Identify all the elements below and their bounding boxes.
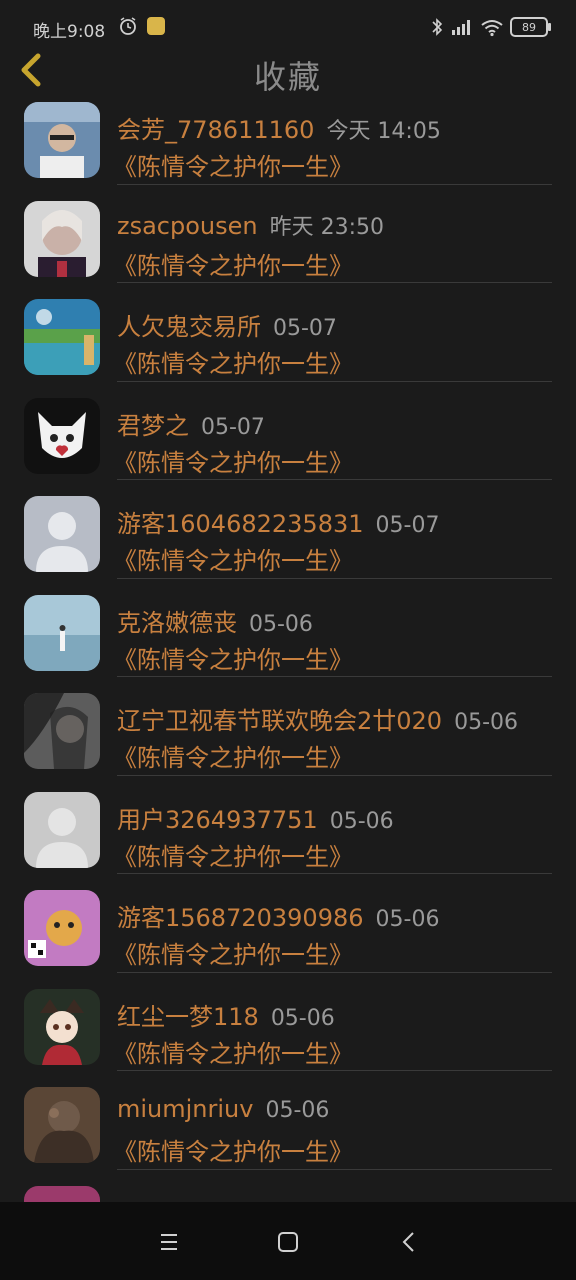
username[interactable]: 克洛嫩德丧 <box>117 609 237 637</box>
timestamp: 05-06 <box>329 808 394 834</box>
system-nav-bar <box>0 1202 576 1280</box>
username[interactable]: 君梦之 <box>117 412 189 440</box>
app-notification-icon <box>147 17 165 35</box>
wifi-icon <box>481 20 503 37</box>
timestamp: 05-07 <box>201 414 265 440</box>
status-bar: 晚上9:08 89 <box>0 0 576 54</box>
timestamp: 05-06 <box>375 907 440 932</box>
avatar-image <box>24 1185 100 1202</box>
avatar-image <box>24 594 100 671</box>
divider <box>117 1070 552 1071</box>
avatar-image <box>24 496 100 572</box>
page-title: 收藏 <box>253 58 322 96</box>
list-item[interactable]: zsacpousen 昨天 23:50 《陈情令之护你一生》 <box>0 193 576 292</box>
home-icon[interactable] <box>270 1224 306 1260</box>
list-item[interactable]: 红尘一梦118 05-06 《陈情令之护你一生》 <box>0 981 576 1080</box>
timestamp: 05-07 <box>273 316 337 341</box>
username[interactable]: 人欠鬼交易所 <box>117 313 261 341</box>
status-icons: 89 <box>430 14 551 40</box>
list-item[interactable]: 克洛嫩德丧 05-06 《陈情令之护你一生》 <box>0 587 576 686</box>
book-title[interactable]: 《陈情令之护你一生》 <box>113 935 353 970</box>
avatar <box>24 693 100 769</box>
avatar <box>24 200 100 277</box>
menu-icon[interactable] <box>151 1224 187 1260</box>
divider <box>117 1168 552 1170</box>
divider <box>117 380 552 382</box>
username[interactable]: 游客1568720390986 <box>117 904 364 932</box>
divider <box>117 676 552 677</box>
book-title[interactable]: 《陈情令之护你一生》 <box>113 246 353 281</box>
avatar-image <box>24 890 100 966</box>
avatar <box>24 1087 100 1163</box>
signal-icon <box>452 20 470 35</box>
avatar-image <box>24 1087 100 1163</box>
avatar-image <box>24 791 100 868</box>
list-item[interactable]: 游客1604682235831 05-07 《陈情令之护你一生》 <box>0 488 576 587</box>
username[interactable]: 红尘一梦118 <box>117 1003 259 1031</box>
divider <box>117 873 552 874</box>
book-title[interactable]: 《陈情令之护你一生》 <box>113 541 353 576</box>
avatar <box>24 299 100 375</box>
divider <box>117 282 552 283</box>
timestamp: 昨天 23:50 <box>269 214 385 240</box>
book-title[interactable]: 《陈情令之护你一生》 <box>113 443 353 478</box>
avatar <box>24 988 100 1065</box>
divider <box>117 479 552 480</box>
back-nav-icon[interactable] <box>391 1224 427 1260</box>
divider <box>117 577 552 579</box>
avatar <box>24 397 100 474</box>
username[interactable]: miumjnriuv <box>117 1095 253 1123</box>
list-item[interactable]: 用户3264937751 05-06 《陈情令之护你一生》 <box>0 784 576 883</box>
timestamp: 05-06 <box>249 611 313 637</box>
book-title[interactable]: 《陈情令之护你一生》 <box>113 1132 353 1167</box>
list-item[interactable]: 会芳_778611160 今天 14:05 《陈情令之护你一生》 <box>0 94 576 193</box>
list-item[interactable]: 辽宁卫视春节联欢晚会2廿020 05-06 《陈情令之护你一生》 <box>0 685 576 784</box>
book-title[interactable]: 《陈情令之护你一生》 <box>113 640 353 675</box>
avatar-image <box>24 397 100 474</box>
avatar <box>24 102 100 178</box>
avatar-image <box>24 693 100 769</box>
avatar <box>24 496 100 572</box>
bluetooth-icon <box>432 18 443 36</box>
book-title[interactable]: 《陈情令之护你一生》 <box>113 344 353 379</box>
username[interactable]: 辽宁卫视春节联欢晚会2廿020 <box>117 707 442 735</box>
list-item[interactable]: miumjnriuv 05-06 《陈情令之护你一生》 <box>0 1079 576 1178</box>
avatar <box>24 890 100 966</box>
username[interactable]: zsacpousen <box>117 212 258 240</box>
favorites-list: 会芳_778611160 今天 14:05 《陈情令之护你一生》 zsacpous… <box>0 94 576 1202</box>
list-item[interactable]: 君梦之 05-07 《陈情令之护你一生》 <box>0 390 576 489</box>
avatar-image <box>24 200 100 277</box>
timestamp: 05-07 <box>375 513 440 538</box>
username[interactable]: 用户3264937751 <box>117 806 318 834</box>
username[interactable]: 会芳_778611160 <box>117 116 314 144</box>
divider <box>117 774 552 776</box>
timestamp: 05-06 <box>270 1005 335 1031</box>
book-title[interactable]: 《陈情令之护你一生》 <box>113 1034 353 1069</box>
list-item[interactable]: 人欠鬼交易所 05-07 《陈情令之护你一生》 <box>0 291 576 390</box>
list-item[interactable]: 游客1568720390986 05-06 《陈情令之护你一生》 <box>0 882 576 981</box>
battery-icon: 89 <box>510 17 551 37</box>
list-item-partial[interactable] <box>0 1178 576 1202</box>
status-time: 晚上9:08 <box>33 22 106 42</box>
divider <box>117 971 552 973</box>
book-title[interactable]: 《陈情令之护你一生》 <box>113 837 353 872</box>
avatar-image <box>24 102 100 178</box>
top-bar: 收藏 <box>0 53 576 96</box>
book-title[interactable]: 《陈情令之护你一生》 <box>113 738 353 773</box>
timestamp: 今天 14:05 <box>326 119 441 144</box>
timestamp: 05-06 <box>454 710 519 735</box>
alarm-icon <box>120 17 136 35</box>
avatar <box>24 1185 100 1202</box>
timestamp: 05-06 <box>265 1098 330 1123</box>
avatar-image <box>24 299 100 375</box>
avatar <box>24 791 100 868</box>
avatar <box>24 594 100 671</box>
avatar-image <box>24 988 100 1065</box>
book-title[interactable]: 《陈情令之护你一生》 <box>113 147 353 182</box>
divider <box>117 183 552 185</box>
username[interactable]: 游客1604682235831 <box>117 510 364 538</box>
